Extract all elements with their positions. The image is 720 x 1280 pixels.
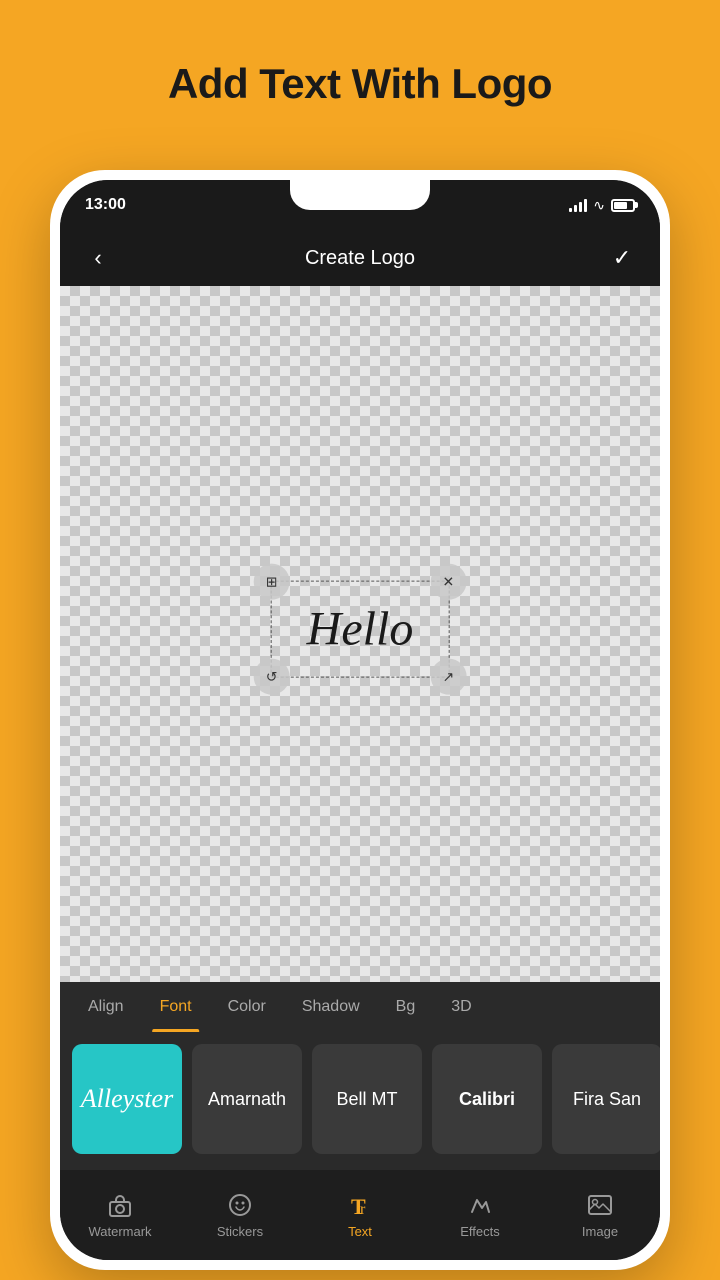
tab-color[interactable]: Color [210, 982, 284, 1032]
back-button[interactable]: ‹ [80, 245, 116, 271]
status-bar: 13:00 ∿ [60, 180, 660, 230]
nav-watermark-label: Watermark [88, 1224, 151, 1239]
font-name-firasans: Fira San [568, 1084, 646, 1115]
handle-resize[interactable]: ↗ [430, 659, 466, 695]
tab-align[interactable]: Align [70, 982, 142, 1032]
nav-watermark[interactable]: Watermark [60, 1170, 180, 1260]
nav-text[interactable]: T r Text [300, 1170, 420, 1260]
battery-icon [611, 199, 635, 212]
nav-stickers[interactable]: Stickers [180, 1170, 300, 1260]
stickers-icon [227, 1192, 253, 1218]
signal-icon [569, 198, 587, 212]
notch [290, 180, 430, 210]
handle-duplicate[interactable]: ⊞ [254, 564, 290, 600]
page-background: Add Text With Logo 13:00 ∿ ‹ [0, 0, 720, 1280]
image-icon [587, 1192, 613, 1218]
font-name-amarnath: Amarnath [203, 1084, 291, 1115]
font-tab-bar: Align Font Color Shadow Bg 3D [60, 982, 660, 1032]
canvas-text[interactable]: Hello [307, 603, 414, 656]
status-icons: ∿ [569, 197, 635, 214]
nav-effects-label: Effects [460, 1224, 500, 1239]
phone-frame: 13:00 ∿ ‹ Create Logo ✓ [50, 170, 670, 1270]
font-name-bellmt: Bell MT [331, 1084, 402, 1115]
font-card-amarnath[interactable]: Amarnath [192, 1044, 302, 1154]
effects-icon [467, 1192, 493, 1218]
resize-icon: ↗ [442, 668, 454, 685]
text-icon: T r [347, 1192, 373, 1218]
nav-stickers-label: Stickers [217, 1224, 263, 1239]
confirm-button[interactable]: ✓ [604, 245, 640, 271]
nav-text-label: Text [348, 1224, 372, 1239]
rotate-icon: ↺ [266, 668, 278, 685]
canvas-area[interactable]: ⊞ ✕ ↺ ↗ Hello [60, 286, 660, 982]
font-list: Alleyster Amarnath Bell MT Calibri Fira … [60, 1032, 660, 1170]
watermark-icon [107, 1192, 133, 1218]
tab-bg[interactable]: Bg [378, 982, 434, 1032]
font-name-calibri: Calibri [454, 1084, 520, 1115]
font-card-calibri[interactable]: Calibri [432, 1044, 542, 1154]
font-card-bellmt[interactable]: Bell MT [312, 1044, 422, 1154]
tab-3d[interactable]: 3D [433, 982, 489, 1032]
nav-image[interactable]: Image [540, 1170, 660, 1260]
close-icon: ✕ [442, 573, 454, 590]
handle-rotate[interactable]: ↺ [254, 659, 290, 695]
tab-shadow[interactable]: Shadow [284, 982, 378, 1032]
svg-text:r: r [360, 1201, 366, 1218]
nav-bar: ‹ Create Logo ✓ [60, 230, 660, 286]
page-title: Add Text With Logo [0, 0, 720, 138]
font-card-firasans[interactable]: Fira San [552, 1044, 660, 1154]
duplicate-icon: ⊞ [266, 573, 278, 590]
phone-screen: 13:00 ∿ ‹ Create Logo ✓ [60, 180, 660, 1260]
font-card-alleyster[interactable]: Alleyster [72, 1044, 182, 1154]
nav-title: Create Logo [305, 247, 415, 270]
nav-effects[interactable]: Effects [420, 1170, 540, 1260]
font-tab-row: Align Font Color Shadow Bg 3D [70, 982, 650, 1032]
font-name-alleyster: Alleyster [76, 1079, 178, 1119]
bottom-nav: Watermark Stickers T r [60, 1170, 660, 1260]
wifi-icon: ∿ [593, 197, 605, 214]
nav-image-label: Image [582, 1224, 618, 1239]
status-time: 13:00 [85, 196, 126, 214]
text-element[interactable]: ⊞ ✕ ↺ ↗ Hello [271, 581, 450, 678]
handle-delete[interactable]: ✕ [430, 564, 466, 600]
tab-font[interactable]: Font [142, 982, 210, 1032]
